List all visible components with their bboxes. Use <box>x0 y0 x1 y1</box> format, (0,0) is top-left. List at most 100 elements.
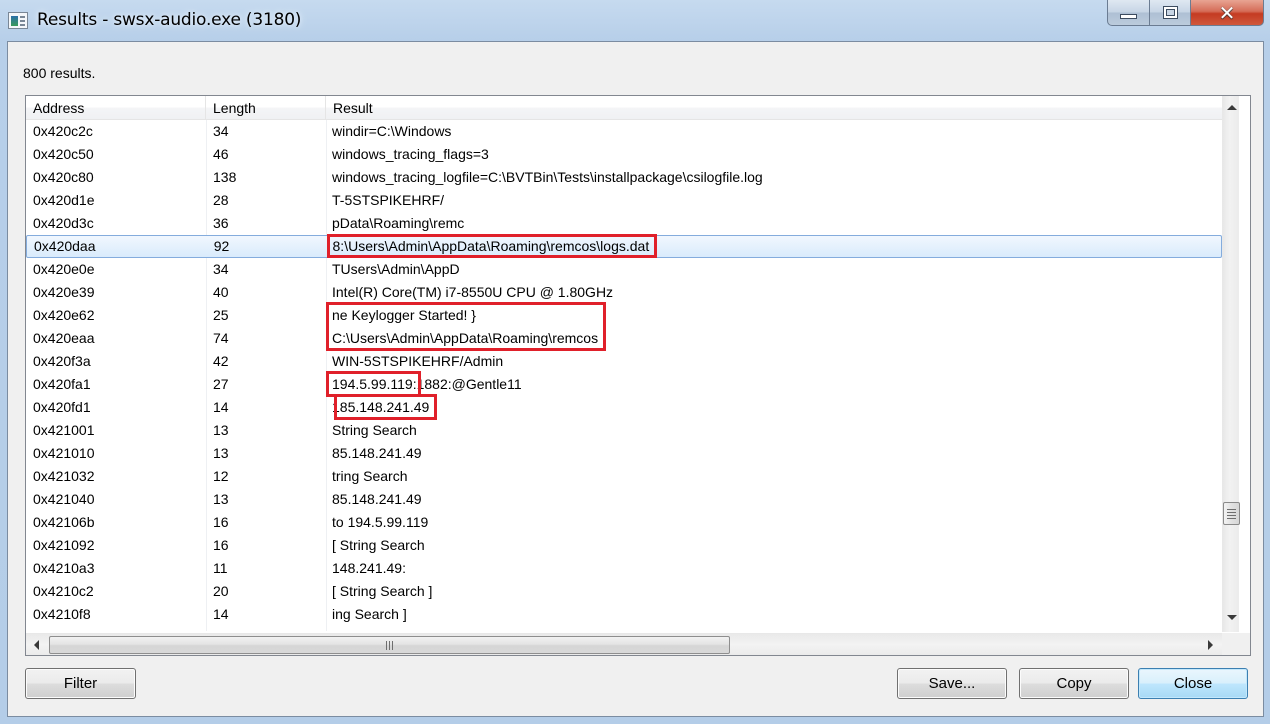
cell-result: windows_tracing_flags=3 <box>332 146 489 162</box>
cell-length: 25 <box>213 307 229 323</box>
cell-length: 16 <box>213 537 229 553</box>
save-button[interactable]: Save... <box>897 668 1007 699</box>
close-icon: ✕ <box>1218 0 1236 25</box>
cell-result: 85.148.241.49 <box>332 445 422 461</box>
cell-address: 0x420fd1 <box>33 399 91 415</box>
scroll-down-button[interactable] <box>1223 609 1240 626</box>
table-row[interactable]: 0x420c2c 34 windir=C:\Windows <box>26 120 1222 143</box>
cell-result: windir=C:\Windows <box>332 123 452 139</box>
cell-address: 0x421092 <box>33 537 95 553</box>
maximize-button[interactable] <box>1150 0 1191 26</box>
filter-button[interactable]: Filter <box>25 668 136 699</box>
cell-result: to 194.5.99.119 <box>332 514 429 530</box>
table-row[interactable]: 0x421010 13 85.148.241.49 <box>26 442 1222 465</box>
cell-length: 27 <box>213 376 229 392</box>
table-row[interactable]: 0x420d1e 28 T-5STSPIKEHRF/ <box>26 189 1222 212</box>
table-row[interactable]: 0x4210f8 14 ing Search ] <box>26 603 1222 626</box>
table-row[interactable]: 0x420fa1 27 194.5.99.119:1882:@Gentle11 <box>26 373 1222 396</box>
cell-address: 0x42106b <box>33 514 95 530</box>
cell-length: 138 <box>213 169 237 185</box>
scroll-left-button[interactable] <box>28 634 45 656</box>
cell-length: 34 <box>213 123 229 139</box>
table-row[interactable]: 0x4210a3 11 148.241.49: <box>26 557 1222 580</box>
cell-length: 46 <box>213 146 229 162</box>
cell-length: 13 <box>213 422 229 438</box>
copy-button[interactable]: Copy <box>1019 668 1129 699</box>
cell-length: 92 <box>213 238 230 254</box>
cell-length: 34 <box>213 261 229 277</box>
table-row[interactable]: 0x4210c2 20 [ String Search ] <box>26 580 1222 603</box>
arrow-right-icon <box>1208 640 1213 650</box>
cell-address: 0x420eaa <box>33 330 95 346</box>
table-row[interactable]: 0x421032 12 tring Search <box>26 465 1222 488</box>
cell-address: 0x420daa <box>34 238 96 254</box>
horizontal-scrollbar[interactable] <box>26 633 1222 655</box>
column-header-address[interactable]: Address <box>26 96 206 120</box>
cell-length: 14 <box>213 606 229 622</box>
table-row[interactable]: 0x421040 13 85.148.241.49 <box>26 488 1222 511</box>
list-rows: 0x420c2c 34 windir=C:\Windows 0x420c50 46 win… <box>26 120 1222 633</box>
close-window-button[interactable]: ✕ <box>1191 0 1264 26</box>
list-header: Address Length Result <box>26 96 1222 120</box>
arrow-left-icon <box>34 640 39 650</box>
table-row[interactable]: 0x420e62 25 ne Keylogger Started! } <box>26 304 1222 327</box>
cell-result: windows_tracing_logfile=C:\BVTBin\Tests\… <box>332 169 763 185</box>
table-row[interactable]: 0x420f3a 42 WIN-5STSPIKEHRF/Admin <box>26 350 1222 373</box>
table-row[interactable]: 0x420fd1 14 185.148.241.49 <box>26 396 1222 419</box>
cell-length: 42 <box>213 353 229 369</box>
cell-length: 40 <box>213 284 229 300</box>
table-row-partial <box>26 626 1222 633</box>
close-button[interactable]: Close <box>1138 668 1248 699</box>
table-row[interactable]: 0x420e0e 34 TUsers\Admin\AppD <box>26 258 1222 281</box>
horizontal-scroll-thumb[interactable] <box>49 636 730 654</box>
cell-address: 0x421001 <box>33 422 95 438</box>
table-row[interactable]: 0x420c80 138 windows_tracing_logfile=C:\BV… <box>26 166 1222 189</box>
cell-result: TUsers\Admin\AppD <box>332 261 460 277</box>
table-row[interactable]: 0x420daa 92 8:\Users\Admin\AppData\Roaming… <box>26 235 1222 258</box>
minimize-icon <box>1120 14 1137 19</box>
cell-result: ne Keylogger Started! } <box>332 307 476 323</box>
results-list[interactable]: Address Length Result 0x420c2c 34 windir=C… <box>25 95 1251 656</box>
cell-address: 0x421040 <box>33 491 95 507</box>
cell-result: String Search <box>332 422 417 438</box>
cell-result: Intel(R) Core(TM) i7-8550U CPU @ 1.80GHz <box>332 284 614 300</box>
table-row[interactable]: 0x420eaa 74 C:\Users\Admin\AppData\Roaming… <box>26 327 1222 350</box>
minimize-button[interactable] <box>1107 0 1150 26</box>
cell-result: T-5STSPIKEHRF/ <box>332 192 445 208</box>
results-window: Results - swsx-audio.exe (3180) ✕ 800 re… <box>0 0 1270 724</box>
table-row[interactable]: 0x420e39 40 Intel(R) Core(TM) i7-8550U CPU… <box>26 281 1222 304</box>
table-row[interactable]: 0x420c50 46 windows_tracing_flags=3 <box>26 143 1222 166</box>
scroll-up-button[interactable] <box>1223 99 1240 116</box>
scroll-right-button[interactable] <box>1202 634 1219 656</box>
caption-buttons: ✕ <box>1107 0 1264 27</box>
scrollbar-corner <box>1222 633 1250 655</box>
cell-result: pData\Roaming\remc <box>332 215 465 231</box>
table-row[interactable]: 0x420d3c 36 pData\Roaming\remc <box>26 212 1222 235</box>
cell-address: 0x421010 <box>33 445 95 461</box>
arrow-down-icon <box>1226 615 1237 620</box>
cell-length: 16 <box>213 514 229 530</box>
table-row[interactable]: 0x421001 13 String Search <box>26 419 1222 442</box>
column-header-result[interactable]: Result <box>326 96 1222 120</box>
cell-result: 194.5.99.119:1882:@Gentle11 <box>332 376 522 392</box>
cell-address: 0x420c2c <box>33 123 93 139</box>
cell-address: 0x420c50 <box>33 146 94 162</box>
cell-length: 14 <box>213 399 229 415</box>
dialog-client-area: 800 results. Address Length Result 0x420… <box>7 41 1264 717</box>
table-row[interactable]: 0x42106b 16 to 194.5.99.119 <box>26 511 1222 534</box>
vertical-scrollbar[interactable] <box>1222 96 1240 632</box>
cell-length: 28 <box>213 192 229 208</box>
cell-address: 0x420e0e <box>33 261 95 277</box>
cell-length: 12 <box>213 468 229 484</box>
vertical-scroll-thumb[interactable] <box>1223 502 1240 525</box>
cell-length: 11 <box>213 560 228 576</box>
cell-result: 185.148.241.49 <box>332 399 430 415</box>
cell-result: tring Search <box>332 468 408 484</box>
results-count-label: 800 results. <box>23 65 96 81</box>
cell-length: 36 <box>213 215 229 231</box>
table-row[interactable]: 0x421092 16 [ String Search <box>26 534 1222 557</box>
column-header-length[interactable]: Length <box>206 96 326 120</box>
cell-address: 0x421032 <box>33 468 95 484</box>
title-bar[interactable]: Results - swsx-audio.exe (3180) ✕ <box>0 0 1270 40</box>
cell-address: 0x4210f8 <box>33 606 91 622</box>
